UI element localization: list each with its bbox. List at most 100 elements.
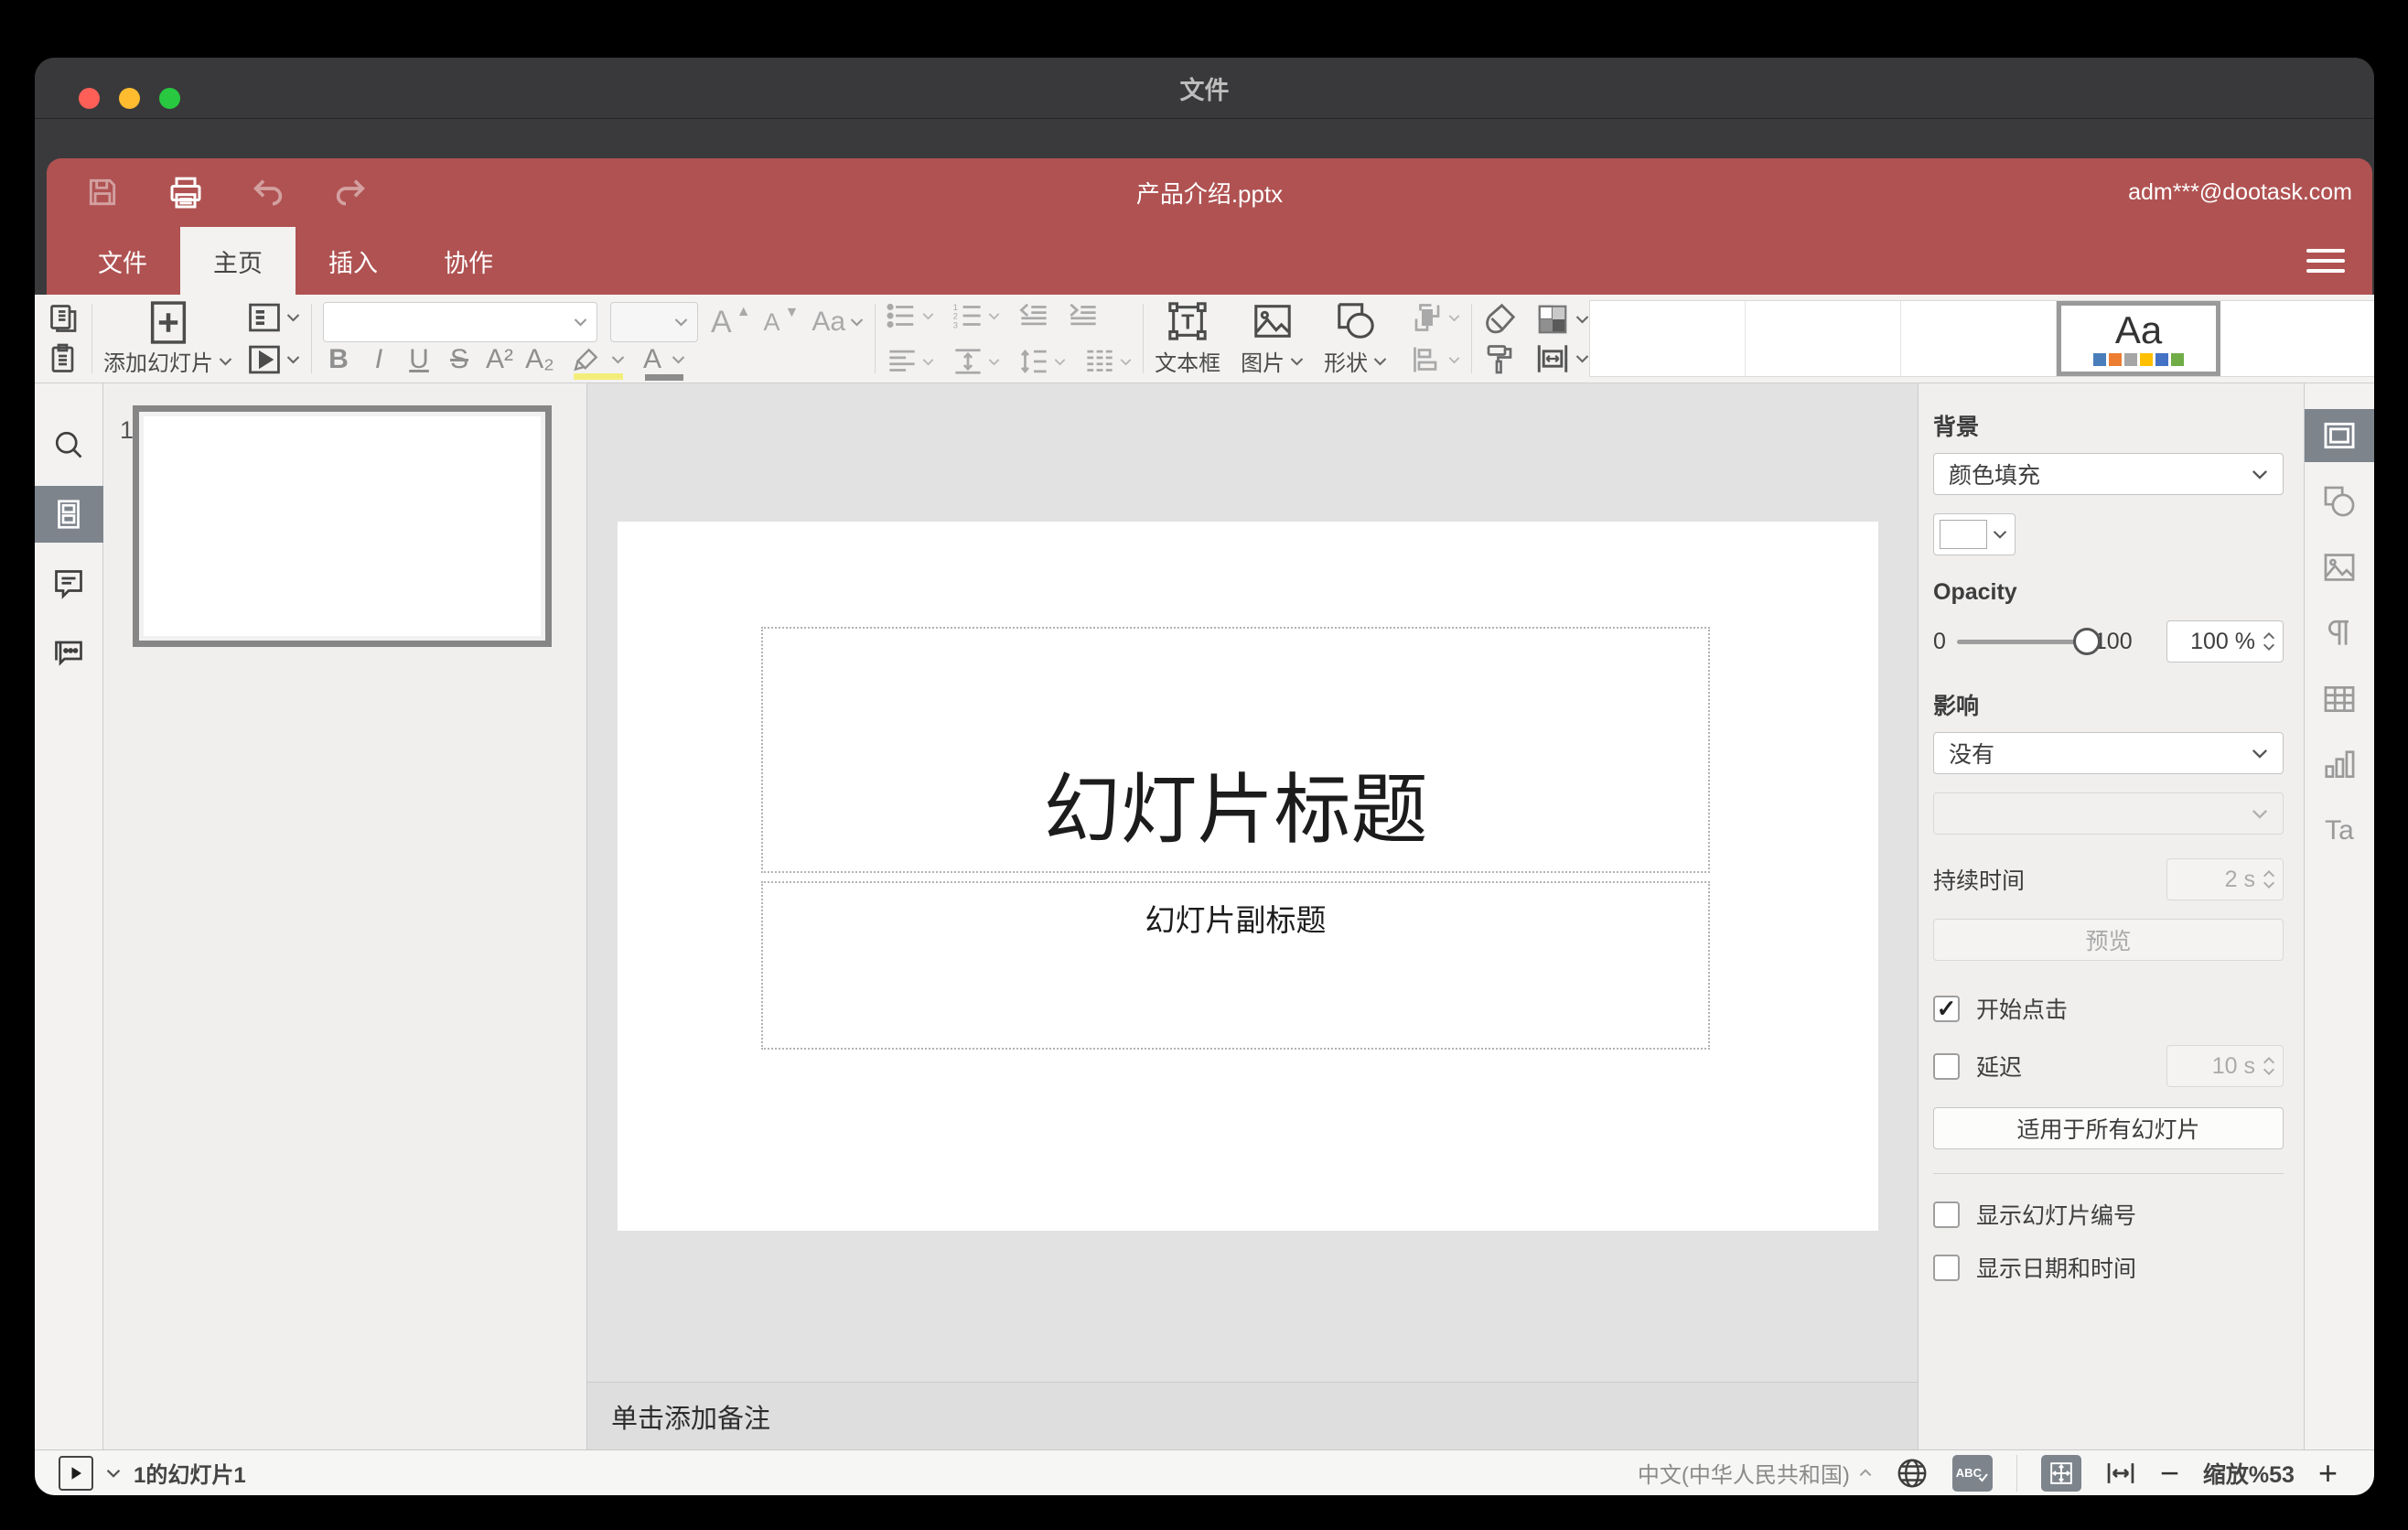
- theme-option-selected[interactable]: Aa: [2057, 301, 2221, 376]
- theme-option[interactable]: [1590, 301, 1747, 376]
- opacity-spinner[interactable]: 100 %: [2166, 620, 2284, 663]
- text-art-settings-icon[interactable]: Ta: [2305, 804, 2375, 857]
- background-fill-dropdown[interactable]: 颜色填充: [1933, 453, 2284, 495]
- font-size-combo[interactable]: [610, 302, 698, 342]
- comments-icon[interactable]: [35, 555, 103, 612]
- slide-page[interactable]: 幻灯片标题 幻灯片副标题: [618, 522, 1878, 1231]
- image-settings-icon[interactable]: [2305, 541, 2375, 594]
- zoom-out-icon[interactable]: −: [2160, 1456, 2179, 1490]
- table-settings-icon[interactable]: [2305, 673, 2375, 726]
- fit-to-slide-icon[interactable]: [2040, 1454, 2081, 1492]
- preview-button[interactable]: 预览: [1933, 919, 2284, 961]
- strikethrough-icon[interactable]: S: [444, 344, 475, 375]
- slide-thumbnail[interactable]: [133, 405, 552, 647]
- slide-subtitle-text: 幻灯片副标题: [1145, 903, 1327, 937]
- left-sidebar: [35, 383, 103, 1449]
- bold-icon[interactable]: B: [323, 344, 354, 375]
- copy-style-icon[interactable]: [1483, 342, 1518, 375]
- decrease-font-icon[interactable]: A ▼: [764, 305, 800, 337]
- apply-to-all-slides-button[interactable]: 适用于所有幻灯片: [1933, 1107, 2284, 1149]
- slides-panel: 1: [103, 383, 587, 1449]
- slide-settings-icon[interactable]: [2304, 409, 2374, 462]
- shape-settings-icon[interactable]: [2305, 475, 2375, 528]
- italic-icon[interactable]: I: [363, 344, 394, 375]
- search-icon[interactable]: [35, 416, 103, 473]
- decrease-indent-icon[interactable]: [1018, 302, 1049, 329]
- arrange-icon[interactable]: [1411, 302, 1460, 333]
- tab-collaboration[interactable]: 协作: [411, 227, 526, 295]
- theme-option[interactable]: [1746, 301, 1902, 376]
- svg-text:3: 3: [953, 321, 958, 329]
- underline-icon[interactable]: U: [403, 344, 435, 375]
- shape-label: 形状: [1324, 351, 1369, 376]
- horizontal-align-icon[interactable]: [887, 348, 934, 375]
- font-name-combo[interactable]: [323, 302, 597, 342]
- increase-font-icon[interactable]: A ▲: [711, 304, 751, 340]
- current-color-swatch: [1940, 520, 1987, 549]
- numbering-icon[interactable]: 123: [952, 302, 1000, 329]
- chart-settings-icon[interactable]: [2305, 738, 2375, 792]
- window-title: 文件: [1179, 77, 1230, 104]
- notes-placeholder: 单击添加备注: [611, 1404, 771, 1434]
- paragraph-settings-icon[interactable]: [2305, 607, 2375, 660]
- font-color-icon[interactable]: A: [643, 344, 685, 381]
- show-date-time-checkbox[interactable]: [1933, 1254, 1960, 1281]
- show-slide-number-checkbox[interactable]: [1933, 1201, 1960, 1228]
- slide-canvas[interactable]: 幻灯片标题 幻灯片副标题: [587, 383, 1918, 1382]
- image-button[interactable]: 图片: [1241, 300, 1304, 377]
- theme-gallery: Aa: [1589, 300, 2374, 377]
- bullets-icon[interactable]: [887, 302, 934, 329]
- slides-panel-icon[interactable]: [35, 486, 103, 543]
- columns-icon[interactable]: [1084, 348, 1132, 375]
- tab-home[interactable]: 主页: [180, 227, 296, 295]
- slide-theme-color-icon[interactable]: [1534, 302, 1589, 337]
- background-color-picker[interactable]: [1933, 513, 2016, 555]
- delay-checkbox[interactable]: [1933, 1052, 1960, 1080]
- text-box-button[interactable]: T 文本框: [1155, 300, 1220, 377]
- start-slideshow-icon[interactable]: [247, 344, 300, 375]
- align-objects-icon[interactable]: [1411, 344, 1460, 375]
- notes-area[interactable]: 单击添加备注: [587, 1382, 1918, 1449]
- language-selector[interactable]: 中文(中华人民共和国): [1638, 1457, 1872, 1489]
- slide-size-icon[interactable]: [1534, 342, 1589, 375]
- fit-to-width-icon[interactable]: [2105, 1460, 2136, 1487]
- superscript-icon[interactable]: A²: [484, 344, 515, 375]
- paste-icon[interactable]: [48, 342, 81, 375]
- slide-title-text: 幻灯片标题: [1043, 767, 1428, 853]
- title-placeholder[interactable]: 幻灯片标题: [761, 627, 1710, 873]
- theme-option[interactable]: [1901, 301, 2058, 376]
- subscript-icon[interactable]: A₂: [524, 344, 555, 375]
- slide-thumbnail-number: 1: [120, 416, 134, 444]
- spellcheck-language-icon[interactable]: [1896, 1457, 1929, 1490]
- shape-button[interactable]: 形状: [1324, 300, 1387, 377]
- start-slideshow-status-icon[interactable]: [59, 1455, 93, 1491]
- tab-insert[interactable]: 插入: [296, 227, 411, 295]
- chat-icon[interactable]: [35, 625, 103, 682]
- increase-indent-icon[interactable]: [1068, 302, 1099, 329]
- add-slide-button[interactable]: 添加幻灯片: [103, 300, 232, 377]
- vertical-align-icon[interactable]: [952, 348, 1000, 375]
- opacity-slider-knob[interactable]: [2072, 627, 2101, 655]
- copy-icon[interactable]: [48, 302, 81, 335]
- effect-dropdown[interactable]: 没有: [1933, 732, 2284, 774]
- tab-file[interactable]: 文件: [65, 227, 180, 295]
- delay-spinner[interactable]: 10 s: [2166, 1045, 2284, 1087]
- menu-icon[interactable]: [2305, 243, 2347, 278]
- subtitle-placeholder[interactable]: 幻灯片副标题: [761, 881, 1710, 1050]
- duration-spinner[interactable]: 2 s: [2166, 858, 2284, 900]
- theme-option[interactable]: [2220, 301, 2374, 376]
- highlight-color-icon[interactable]: [572, 345, 625, 380]
- start-on-click-checkbox[interactable]: ✓: [1933, 995, 1960, 1022]
- line-spacing-icon[interactable]: [1018, 348, 1066, 375]
- opacity-slider[interactable]: [1956, 627, 2101, 655]
- slide-layout-icon[interactable]: [247, 302, 300, 333]
- slideshow-options-icon[interactable]: [106, 1469, 121, 1478]
- zoom-in-icon[interactable]: +: [2318, 1456, 2338, 1490]
- spell-check-toggle[interactable]: ABC: [1951, 1454, 1993, 1492]
- effect-type-dropdown[interactable]: [1933, 792, 2284, 835]
- clear-style-icon[interactable]: [1483, 302, 1518, 335]
- change-case-icon[interactable]: Aa: [812, 307, 864, 338]
- effect-label: 影响: [1933, 694, 1980, 719]
- slide-settings-panel: 背景 颜色填充 Opacity 0 100 100 % 影响 没有 持续时间 2…: [1918, 383, 2304, 1449]
- right-sidebar: Ta: [2304, 383, 2374, 1449]
